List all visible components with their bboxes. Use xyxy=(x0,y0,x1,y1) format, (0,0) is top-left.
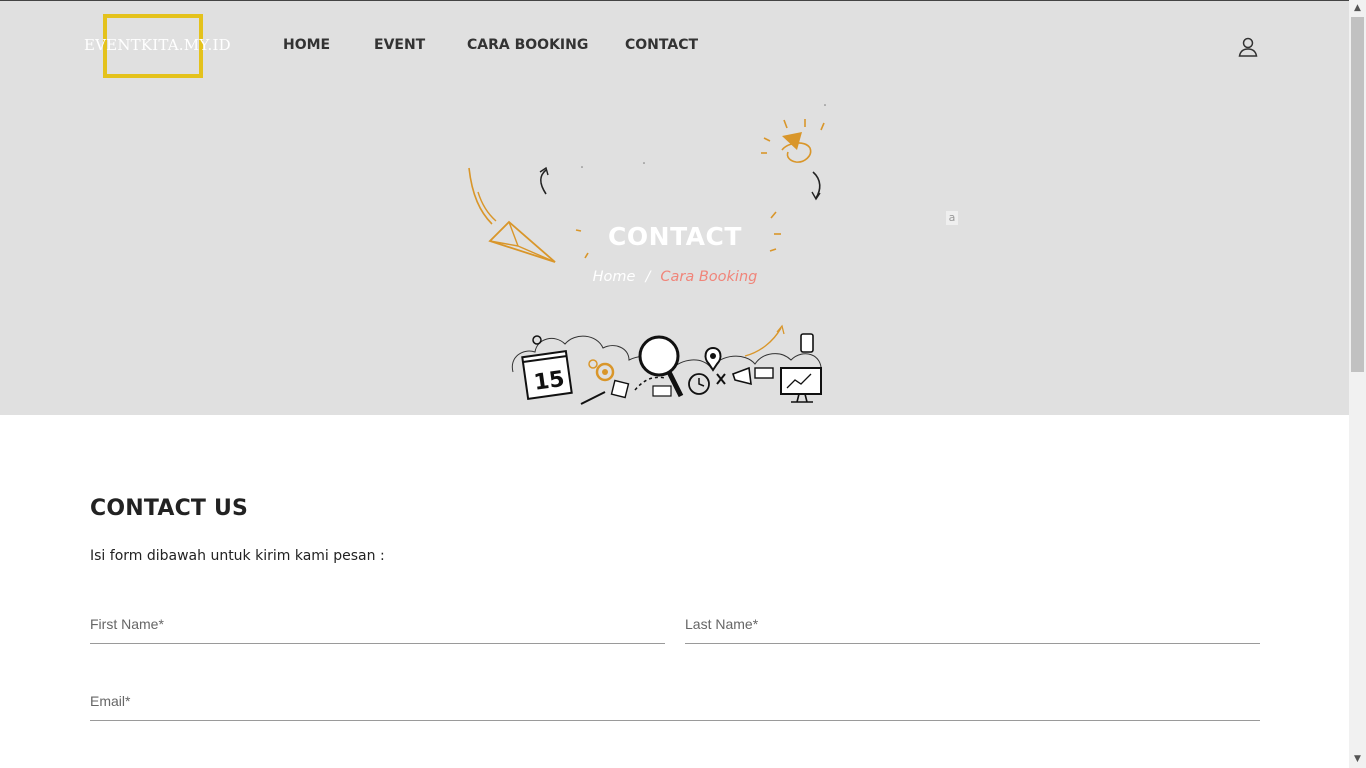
hero-banner: EVENTKITA.MY.ID HOME EVENT CARA BOOKING … xyxy=(0,0,1349,415)
email-input[interactable] xyxy=(90,681,1260,721)
breadcrumb: Home / Cara Booking xyxy=(560,269,790,285)
nav-item-home[interactable]: HOME xyxy=(283,37,330,53)
contact-title: CONTACT US xyxy=(90,496,249,521)
scroll-up-arrow-icon[interactable]: ▲ xyxy=(1349,0,1366,17)
doodle-planning-illustration: 15 xyxy=(511,324,822,405)
nav-item-cara-booking[interactable]: CARA BOOKING xyxy=(467,37,588,53)
logo-text[interactable]: EVENTKITA.MY.ID xyxy=(84,36,231,54)
breadcrumb-separator: / xyxy=(645,269,651,285)
hero-title: CONTACT xyxy=(608,222,742,251)
page: EVENTKITA.MY.ID HOME EVENT CARA BOOKING … xyxy=(0,0,1349,768)
scroll-down-arrow-icon[interactable]: ▼ xyxy=(1349,751,1366,768)
stray-label: a xyxy=(946,211,958,225)
top-border xyxy=(0,0,1349,1)
nav-item-contact[interactable]: CONTACT xyxy=(625,37,698,53)
breadcrumb-current: Cara Booking xyxy=(660,269,758,285)
first-name-input[interactable] xyxy=(90,604,665,644)
nav-item-event[interactable]: EVENT xyxy=(374,37,425,53)
svg-text:15: 15 xyxy=(532,367,566,396)
user-icon[interactable] xyxy=(1237,36,1259,58)
vertical-scrollbar[interactable]: ▲ ▼ xyxy=(1349,0,1366,768)
contact-subtitle: Isi form dibawah untuk kirim kami pesan … xyxy=(90,548,385,564)
scrollbar-thumb[interactable] xyxy=(1351,17,1364,372)
breadcrumb-home-link[interactable]: Home xyxy=(593,269,636,285)
last-name-input[interactable] xyxy=(685,604,1260,644)
